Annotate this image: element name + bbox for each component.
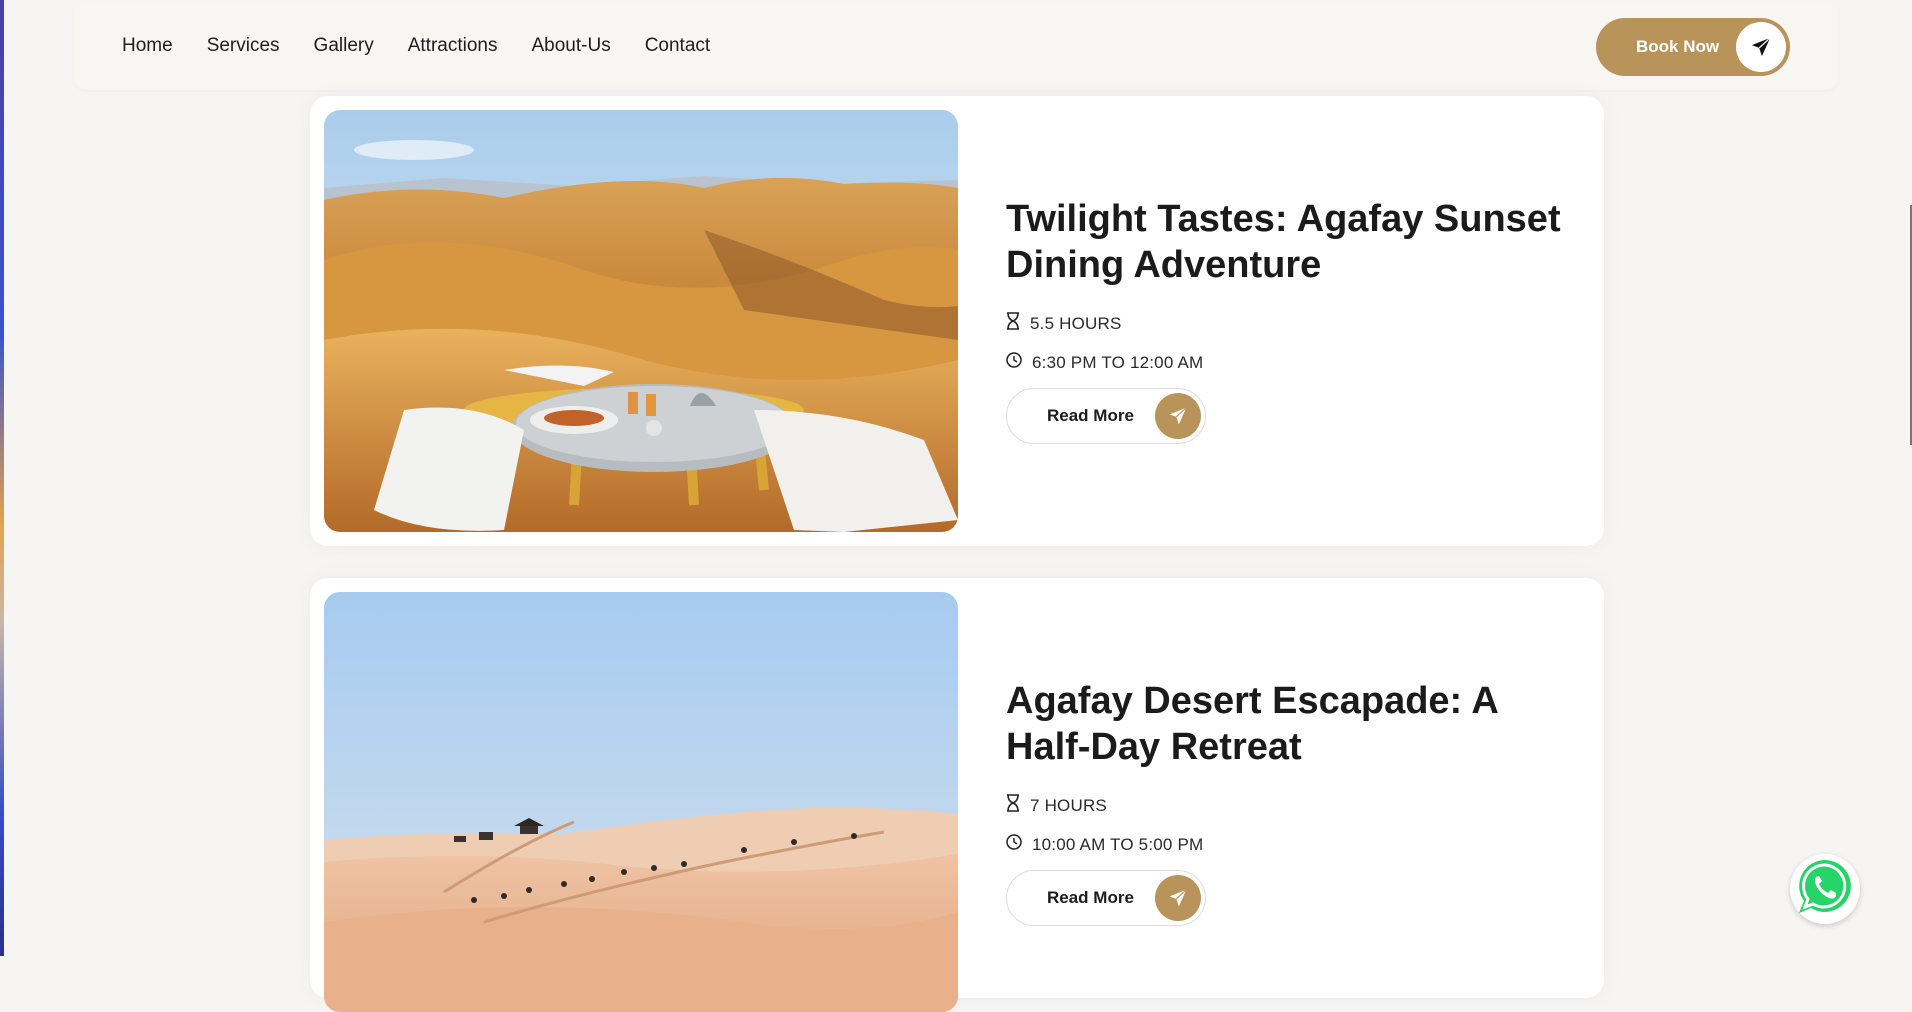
tour-time-text: 10:00 AM TO 5:00 PM xyxy=(1032,834,1204,854)
tour-duration-text: 7 HOURS xyxy=(1030,795,1107,815)
tour-card: Twilight Tastes: Agafay Sunset Dining Ad… xyxy=(310,96,1604,546)
tour-time: 6:30 PM TO 12:00 AM xyxy=(1006,352,1203,373)
nav-link-home[interactable]: Home xyxy=(122,35,173,57)
read-more-button[interactable]: Read More xyxy=(1006,870,1206,926)
clock-icon xyxy=(1006,352,1022,373)
whatsapp-icon xyxy=(1794,856,1856,923)
hourglass-icon xyxy=(1006,312,1020,335)
nav-link-about-us[interactable]: About-Us xyxy=(532,35,611,57)
tour-duration-text: 5.5 HOURS xyxy=(1030,313,1122,333)
paper-plane-icon xyxy=(1736,22,1786,72)
tour-duration: 5.5 HOURS xyxy=(1006,312,1122,335)
nav-link-services[interactable]: Services xyxy=(207,35,280,57)
book-now-label: Book Now xyxy=(1636,37,1720,56)
read-more-label: Read More xyxy=(1047,888,1134,907)
tour-time-text: 6:30 PM TO 12:00 AM xyxy=(1032,352,1204,372)
clock-icon xyxy=(1006,834,1022,855)
window-left-edge xyxy=(0,0,4,956)
nav-link-attractions[interactable]: Attractions xyxy=(408,35,498,57)
top-navbar: Home Services Gallery Attractions About-… xyxy=(74,2,1838,90)
tour-time: 10:00 AM TO 5:00 PM xyxy=(1006,834,1203,855)
nav-link-gallery[interactable]: Gallery xyxy=(314,35,374,57)
nav-link-contact[interactable]: Contact xyxy=(645,35,710,57)
read-more-label: Read More xyxy=(1047,406,1134,425)
paper-plane-icon xyxy=(1155,393,1201,439)
tour-title: Twilight Tastes: Agafay Sunset Dining Ad… xyxy=(1006,198,1561,286)
book-now-button[interactable]: Book Now xyxy=(1596,18,1790,76)
whatsapp-chat-button[interactable] xyxy=(1790,854,1860,924)
tour-image-desert-escapade xyxy=(324,592,958,1012)
tour-card: Agafay Desert Escapade: A Half-Day Retre… xyxy=(310,578,1604,1012)
tour-duration: 7 HOURS xyxy=(1006,794,1107,817)
hourglass-icon xyxy=(1006,794,1020,817)
paper-plane-icon xyxy=(1155,875,1201,921)
tour-image-sunset-dining xyxy=(324,110,958,532)
tour-title: Agafay Desert Escapade: A Half-Day Retre… xyxy=(1006,680,1498,768)
main-nav: Home Services Gallery Attractions About-… xyxy=(122,2,710,90)
read-more-button[interactable]: Read More xyxy=(1006,388,1206,444)
